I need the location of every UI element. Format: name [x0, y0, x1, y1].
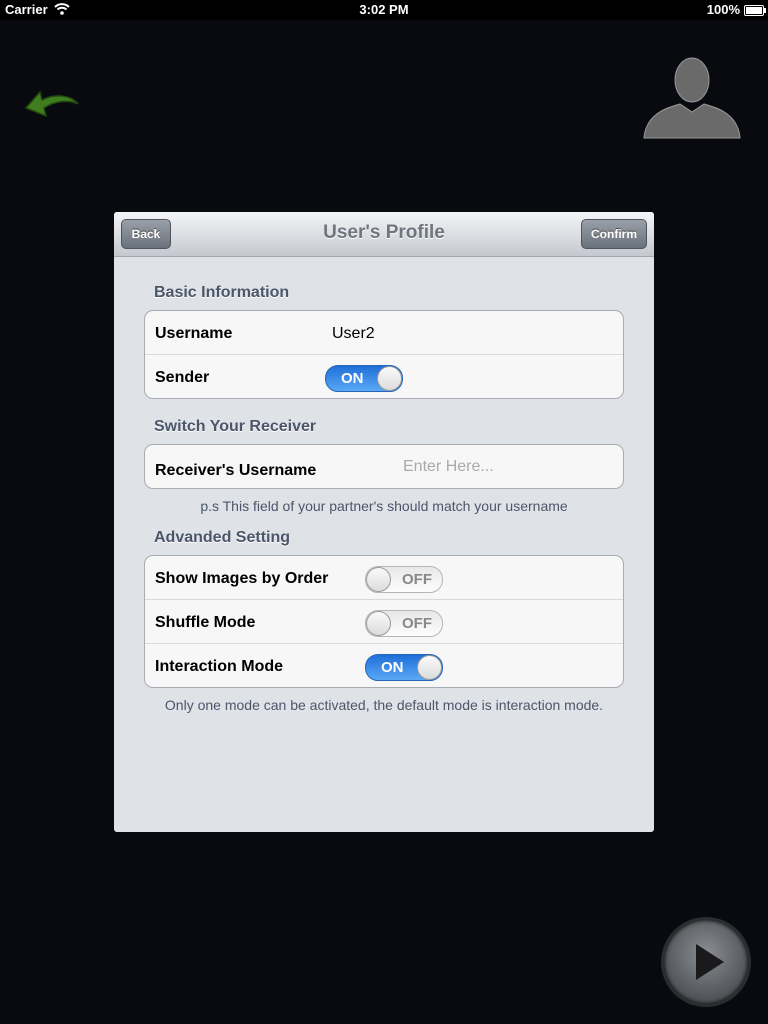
- basic-info-group: Username User2 Sender ON: [144, 310, 624, 399]
- sender-label: Sender: [155, 369, 210, 386]
- toggle-knob: [377, 366, 402, 391]
- receiver-group: Receiver's Username: [144, 444, 624, 489]
- section-header-receiver: Switch Your Receiver: [154, 418, 317, 435]
- play-icon[interactable]: [664, 920, 748, 1004]
- user-profile-dialog: Back User's Profile Confirm Basic Inform…: [114, 212, 654, 832]
- dialog-navbar: Back User's Profile Confirm: [114, 212, 654, 257]
- shuffle-mode-toggle[interactable]: OFF: [365, 610, 443, 637]
- sender-toggle-text: ON: [341, 370, 364, 387]
- receiver-label: Receiver's Username: [155, 462, 317, 479]
- receiver-row: Receiver's Username: [145, 445, 623, 488]
- username-label: Username: [155, 325, 233, 342]
- interaction-mode-toggle-text: ON: [381, 659, 404, 676]
- status-time: 3:02 PM: [359, 2, 409, 17]
- section-header-advanced: Advanded Setting: [154, 529, 291, 546]
- receiver-username-input[interactable]: [401, 456, 605, 478]
- advanced-note: Only one mode can be activated, the defa…: [164, 697, 604, 713]
- sender-toggle[interactable]: ON: [325, 365, 403, 392]
- username-row: Username User2: [145, 311, 623, 355]
- shuffle-mode-toggle-text: OFF: [402, 615, 432, 632]
- dialog-title: User's Profile: [323, 222, 445, 243]
- interaction-mode-toggle[interactable]: ON: [365, 654, 443, 681]
- username-value[interactable]: User2: [332, 325, 375, 343]
- status-bar: Carrier 3:02 PM 100%: [0, 0, 768, 20]
- play-triangle: [696, 944, 724, 980]
- receiver-note: p.s This field of your partner's should …: [200, 498, 568, 514]
- user-silhouette-icon[interactable]: [640, 52, 744, 142]
- battery-icon: [744, 5, 766, 16]
- interaction-mode-label: Interaction Mode: [155, 658, 284, 675]
- advanced-settings-group: Show Images by Order OFF Shuffle Mode OF…: [144, 555, 624, 688]
- shuffle-mode-label: Shuffle Mode: [155, 614, 256, 631]
- toggle-knob: [366, 611, 391, 636]
- curved-back-arrow-icon[interactable]: [20, 78, 84, 120]
- shuffle-mode-row: Shuffle Mode OFF: [145, 600, 623, 644]
- sender-row: Sender ON: [145, 355, 623, 398]
- battery-percentage: 100%: [706, 2, 740, 17]
- interaction-mode-row: Interaction Mode ON: [145, 644, 623, 687]
- confirm-button[interactable]: Confirm: [581, 219, 647, 249]
- show-images-label: Show Images by Order: [155, 570, 329, 587]
- toggle-knob: [366, 567, 391, 592]
- show-images-toggle-text: OFF: [402, 571, 432, 588]
- section-header-basic: Basic Information: [154, 284, 290, 301]
- show-images-toggle[interactable]: OFF: [365, 566, 443, 593]
- toggle-knob: [417, 655, 442, 680]
- show-images-row: Show Images by Order OFF: [145, 556, 623, 600]
